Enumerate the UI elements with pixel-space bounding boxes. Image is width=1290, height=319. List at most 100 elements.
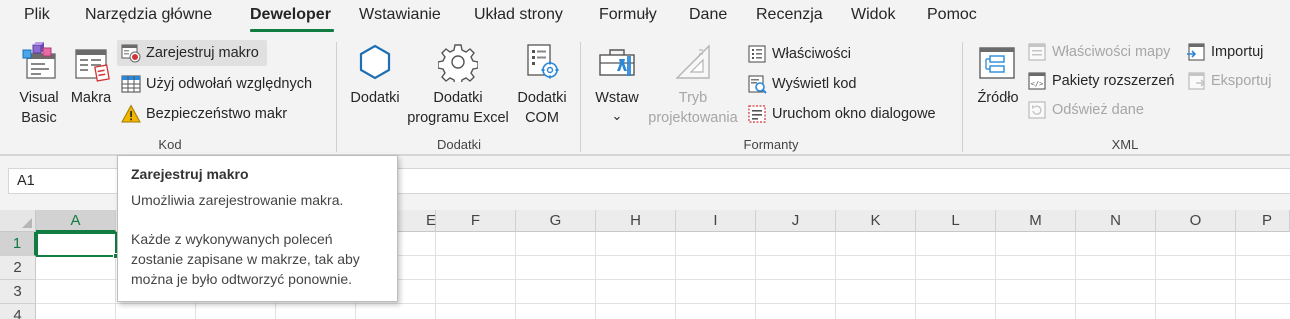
grid-cell[interactable] xyxy=(516,304,596,319)
import-button[interactable]: Importuj xyxy=(1186,39,1263,65)
row-header-3[interactable]: 3 xyxy=(0,280,36,304)
grid-cell[interactable] xyxy=(676,304,756,319)
properties-button[interactable]: Właściwości xyxy=(747,41,851,67)
record-macro-button[interactable]: Zarejestruj makro xyxy=(117,40,267,66)
grid-cell[interactable] xyxy=(916,304,996,319)
grid-cell[interactable] xyxy=(1156,280,1236,304)
macro-security-button[interactable]: Bezpieczeństwo makr xyxy=(121,101,287,127)
grid-cell[interactable] xyxy=(436,232,516,256)
grid-cell[interactable] xyxy=(836,256,916,280)
com-addins-button[interactable]: Dodatki COM xyxy=(512,38,572,134)
view-code-button[interactable]: Wyświetl kod xyxy=(747,71,856,97)
tab-plik[interactable]: Plik xyxy=(24,6,50,24)
grid-cell[interactable] xyxy=(916,256,996,280)
column-header-o[interactable]: O xyxy=(1156,210,1236,232)
column-header-n[interactable]: N xyxy=(1076,210,1156,232)
grid-cell[interactable] xyxy=(116,304,196,319)
select-all-corner[interactable] xyxy=(0,210,36,232)
grid-cell[interactable] xyxy=(996,256,1076,280)
row-header-4[interactable]: 4 xyxy=(0,304,36,319)
row-header-2[interactable]: 2 xyxy=(0,256,36,280)
grid-cell[interactable] xyxy=(1236,232,1290,256)
column-header-m[interactable]: M xyxy=(996,210,1076,232)
grid-cell[interactable] xyxy=(36,304,116,319)
grid-cell[interactable] xyxy=(1236,304,1290,319)
formula-input[interactable] xyxy=(396,168,1290,194)
tab-pomoc[interactable]: Pomoc xyxy=(927,6,977,24)
grid-cell[interactable] xyxy=(516,256,596,280)
grid-cell[interactable] xyxy=(756,304,836,319)
makra-button[interactable]: Makra xyxy=(68,38,114,134)
tab-recenzja[interactable]: Recenzja xyxy=(756,6,823,24)
grid-cell[interactable] xyxy=(1156,304,1236,319)
grid-cell[interactable] xyxy=(756,280,836,304)
grid-cell[interactable] xyxy=(436,256,516,280)
grid-cell[interactable] xyxy=(196,304,276,319)
grid-cell[interactable] xyxy=(836,280,916,304)
visual-basic-button[interactable]: Visual Basic xyxy=(10,38,68,134)
refresh-data-button[interactable]: Odśwież dane xyxy=(1027,97,1144,123)
tab-widok[interactable]: Widok xyxy=(851,6,895,24)
tab-narzedzia-glowne[interactable]: Narzędzia główne xyxy=(85,6,212,24)
grid-cell[interactable] xyxy=(996,304,1076,319)
grid-cell[interactable] xyxy=(276,304,356,319)
grid-cell[interactable] xyxy=(596,304,676,319)
column-header-g[interactable]: G xyxy=(516,210,596,232)
grid-cell[interactable] xyxy=(676,280,756,304)
grid-cell[interactable] xyxy=(36,280,116,304)
grid-cell[interactable] xyxy=(436,304,516,319)
relative-references-button[interactable]: Użyj odwołań względnych xyxy=(121,71,312,97)
xml-source-button[interactable]: Źródło xyxy=(970,38,1026,134)
design-mode-button[interactable]: Tryb projektowania xyxy=(643,38,743,134)
grid-cell[interactable] xyxy=(676,256,756,280)
column-header-f[interactable]: F xyxy=(436,210,516,232)
grid-cell[interactable] xyxy=(916,280,996,304)
addins-button[interactable]: Dodatki xyxy=(344,38,406,134)
tab-wstawianie[interactable]: Wstawianie xyxy=(359,6,441,24)
grid-cell[interactable] xyxy=(996,280,1076,304)
column-header-a[interactable]: A xyxy=(36,210,116,232)
grid-cell[interactable] xyxy=(1156,232,1236,256)
excel-addins-button[interactable]: Dodatki programu Excel xyxy=(403,38,513,134)
row-header-1[interactable]: 1 xyxy=(0,232,36,256)
grid-cell[interactable] xyxy=(1076,304,1156,319)
grid-cell[interactable] xyxy=(756,256,836,280)
grid-cell[interactable] xyxy=(996,232,1076,256)
grid-cell[interactable] xyxy=(36,256,116,280)
grid-cell[interactable] xyxy=(1076,232,1156,256)
name-box[interactable]: A1 xyxy=(8,168,120,194)
grid-cell[interactable] xyxy=(356,304,436,319)
grid-cell[interactable] xyxy=(756,232,836,256)
map-properties-button[interactable]: Właściwości mapy xyxy=(1027,39,1170,65)
grid-cell[interactable] xyxy=(596,232,676,256)
tab-formuly[interactable]: Formuły xyxy=(599,6,657,24)
column-header-l[interactable]: L xyxy=(916,210,996,232)
grid-cell[interactable] xyxy=(916,232,996,256)
grid-cell[interactable] xyxy=(1236,256,1290,280)
grid-cell[interactable] xyxy=(676,232,756,256)
grid-cell[interactable] xyxy=(836,232,916,256)
grid-cell[interactable] xyxy=(516,280,596,304)
column-header-h[interactable]: H xyxy=(596,210,676,232)
expansion-packs-button[interactable]: </> Pakiety rozszerzeń xyxy=(1027,68,1175,94)
grid-cell[interactable] xyxy=(1156,256,1236,280)
grid-cell[interactable] xyxy=(836,304,916,319)
grid-cell[interactable] xyxy=(596,280,676,304)
tab-uklad-strony[interactable]: Układ strony xyxy=(474,6,563,24)
grid-cell[interactable] xyxy=(516,232,596,256)
tab-deweloper[interactable]: Deweloper xyxy=(250,6,331,24)
run-dialog-button[interactable]: Uruchom okno dialogowe xyxy=(747,101,936,127)
insert-control-button[interactable]: Wstaw ⌄ xyxy=(590,38,644,134)
column-header-p[interactable]: P xyxy=(1236,210,1290,232)
export-button[interactable]: Eksportuj xyxy=(1186,68,1271,94)
column-header-i[interactable]: I xyxy=(676,210,756,232)
grid-cell[interactable] xyxy=(596,256,676,280)
grid-cell[interactable] xyxy=(436,280,516,304)
tab-dane[interactable]: Dane xyxy=(689,6,727,24)
grid-cell[interactable] xyxy=(1076,280,1156,304)
column-header-j[interactable]: J xyxy=(756,210,836,232)
grid-cell[interactable] xyxy=(1076,256,1156,280)
active-cell-a1[interactable] xyxy=(36,232,117,257)
column-header-k[interactable]: K xyxy=(836,210,916,232)
grid-cell[interactable] xyxy=(1236,280,1290,304)
